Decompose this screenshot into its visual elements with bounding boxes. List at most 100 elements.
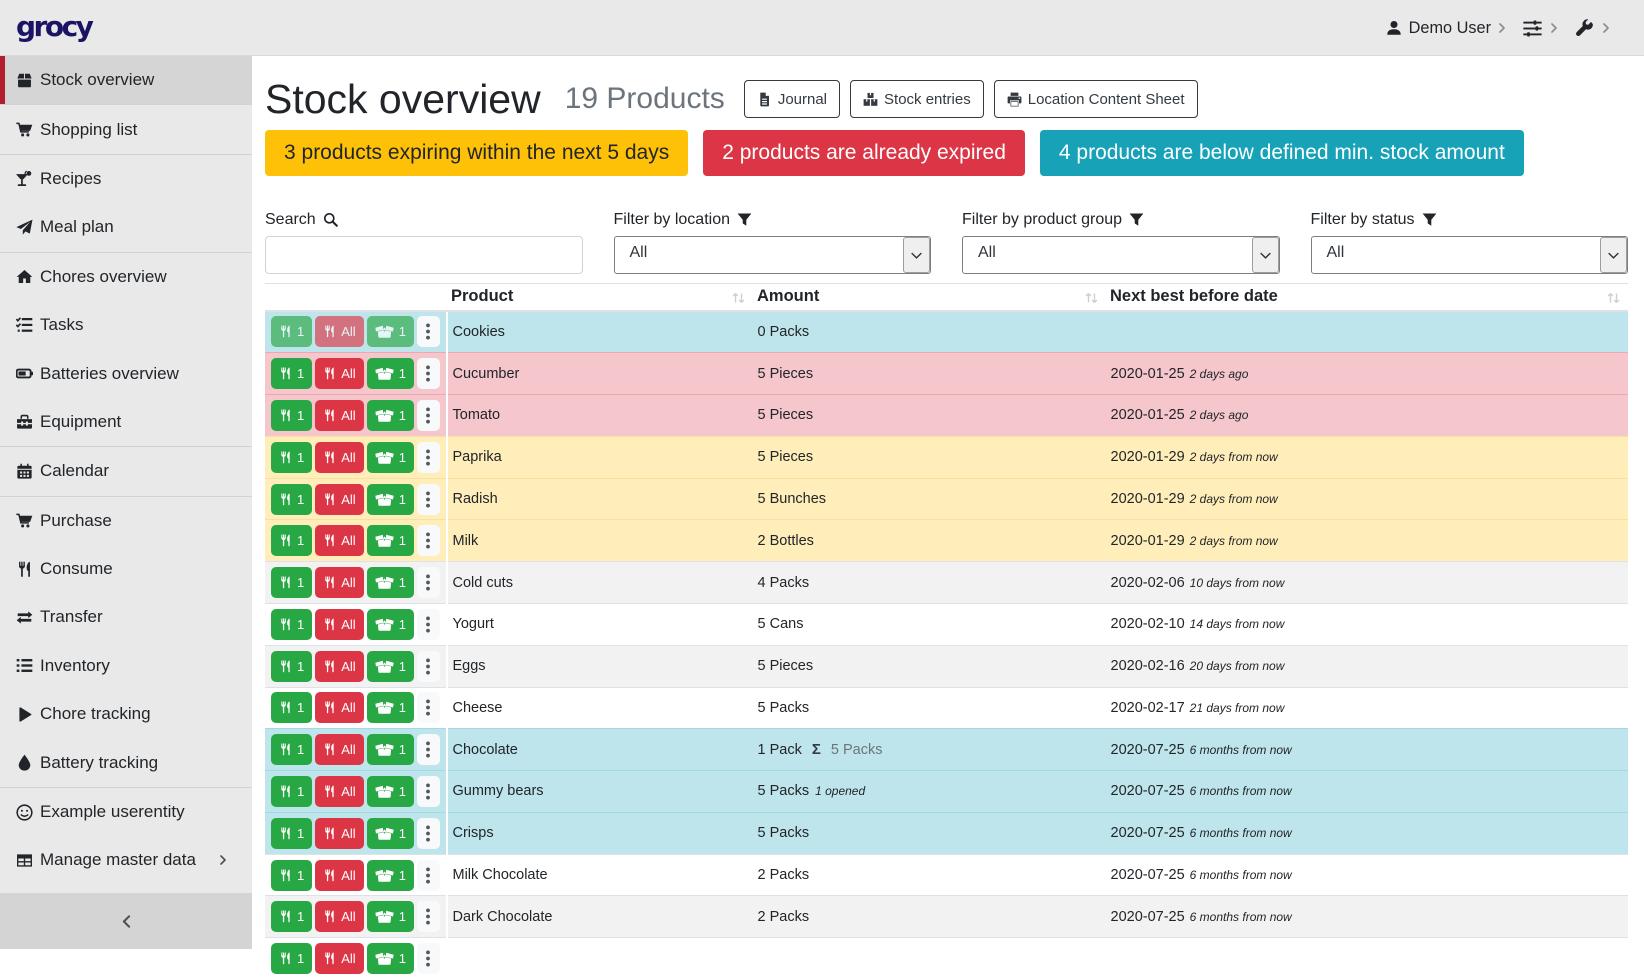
consume-one-button[interactable]: 1 [271, 609, 312, 640]
sidebar-item-battery-tracking[interactable]: Battery tracking [0, 738, 252, 786]
status-banner-2[interactable]: 4 products are below defined min. stock … [1040, 130, 1524, 176]
row-menu-button[interactable] [417, 442, 440, 473]
consume-all-button[interactable]: All [315, 567, 363, 598]
search-input[interactable] [265, 236, 583, 274]
row-menu-button[interactable] [417, 525, 440, 556]
sidebar-item-chore-tracking[interactable]: Chore tracking [0, 690, 252, 738]
consume-one-button[interactable]: 1 [271, 484, 312, 515]
open-one-button[interactable]: 1 [367, 484, 414, 515]
row-menu-button[interactable] [417, 734, 440, 765]
filter-select[interactable]: All [962, 236, 1280, 274]
sidebar-item-example-userentity[interactable]: Example userentity [0, 788, 252, 836]
row-menu-button[interactable] [417, 400, 440, 431]
location-content-sheet-button[interactable]: Location Content Sheet [994, 80, 1198, 118]
row-menu-button[interactable] [417, 901, 440, 932]
row-menu-button[interactable] [417, 651, 440, 682]
sidebar-item-shopping-list[interactable]: Shopping list [0, 105, 252, 153]
status-banner-0[interactable]: 3 products expiring within the next 5 da… [265, 130, 688, 176]
row-menu-button[interactable] [417, 692, 440, 723]
product-column-header[interactable]: Product [447, 284, 753, 311]
open-one-button[interactable]: 1 [367, 442, 414, 473]
amount-column-header[interactable]: Amount [753, 284, 1106, 311]
open-one-button[interactable]: 1 [367, 734, 414, 765]
consume-all-button[interactable]: All [315, 734, 363, 765]
row-menu-button[interactable] [417, 943, 440, 974]
open-one-button[interactable]: 1 [367, 860, 414, 891]
sidebar-item-transfer[interactable]: Transfer [0, 593, 252, 641]
row-menu-button[interactable] [417, 484, 440, 515]
sidebar-item-chores-overview[interactable]: Chores overview [0, 253, 252, 301]
journal-button[interactable]: Journal [744, 80, 840, 118]
consume-one-button[interactable]: 1 [271, 734, 312, 765]
consume-all-button[interactable]: All [315, 525, 363, 556]
sidebar-item-recipes[interactable]: Recipes [0, 155, 252, 203]
grocy-logo[interactable]: grocy [16, 10, 91, 43]
consume-one-button[interactable]: 1 [271, 651, 312, 682]
open-one-button[interactable]: 1 [367, 316, 414, 347]
sidebar-item-stock-overview[interactable]: Stock overview [0, 56, 252, 104]
open-one-button[interactable]: 1 [367, 609, 414, 640]
row-menu-button[interactable] [417, 818, 440, 849]
row-menu-button[interactable] [417, 776, 440, 807]
sidebar-item-batteries-overview[interactable]: Batteries overview [0, 349, 252, 397]
open-one-button[interactable]: 1 [367, 818, 414, 849]
row-menu-button[interactable] [417, 860, 440, 891]
consume-all-button[interactable]: All [315, 484, 363, 515]
filter-select[interactable]: All [614, 236, 932, 274]
sidebar-item-tasks[interactable]: Tasks [0, 301, 252, 349]
open-one-button[interactable]: 1 [367, 776, 414, 807]
consume-all-button[interactable]: All [315, 860, 363, 891]
consume-all-button[interactable]: All [315, 316, 363, 347]
consume-all-button[interactable]: All [315, 692, 363, 723]
date-column-header[interactable]: Next best before date [1106, 284, 1628, 311]
row-menu-button[interactable] [417, 316, 440, 347]
sidebar-item-equipment[interactable]: Equipment [0, 398, 252, 446]
settings-menu[interactable] [1523, 19, 1559, 38]
consume-all-button[interactable]: All [315, 609, 363, 640]
consume-one-button[interactable]: 1 [271, 860, 312, 891]
consume-one-button[interactable]: 1 [271, 776, 312, 807]
sidebar-item-inventory[interactable]: Inventory [0, 642, 252, 690]
consume-one-button[interactable]: 1 [271, 400, 312, 431]
consume-one-button[interactable]: 1 [271, 901, 312, 932]
open-one-button[interactable]: 1 [367, 901, 414, 932]
user-menu[interactable]: Demo User [1386, 19, 1507, 38]
admin-menu[interactable] [1575, 19, 1611, 38]
consume-all-button[interactable]: All [315, 442, 363, 473]
consume-all-button[interactable]: All [315, 651, 363, 682]
sidebar-item-meal-plan[interactable]: Meal plan [0, 203, 252, 251]
row-menu-button[interactable] [417, 567, 440, 598]
product-name: Cookies [447, 311, 753, 353]
open-one-button[interactable]: 1 [367, 567, 414, 598]
open-one-button[interactable]: 1 [367, 525, 414, 556]
stock-entries-button[interactable]: Stock entries [850, 80, 984, 118]
consume-one-button[interactable]: 1 [271, 818, 312, 849]
consume-all-button[interactable]: All [315, 818, 363, 849]
consume-one-button[interactable]: 1 [271, 692, 312, 723]
consume-all-button[interactable]: All [315, 901, 363, 932]
sidebar-collapse-button[interactable] [0, 893, 252, 949]
consume-all-button[interactable]: All [315, 358, 363, 389]
open-one-button[interactable]: 1 [367, 943, 414, 974]
sidebar-item-manage-master-data[interactable]: Manage master data [0, 836, 252, 884]
consume-one-button[interactable]: 1 [271, 943, 312, 974]
open-one-button[interactable]: 1 [367, 692, 414, 723]
status-banner-1[interactable]: 2 products are already expired [703, 130, 1025, 176]
open-one-button[interactable]: 1 [367, 400, 414, 431]
sidebar-item-purchase[interactable]: Purchase [0, 497, 252, 545]
open-one-button[interactable]: 1 [367, 651, 414, 682]
consume-one-button[interactable]: 1 [271, 358, 312, 389]
sidebar-item-consume[interactable]: Consume [0, 545, 252, 593]
row-menu-button[interactable] [417, 358, 440, 389]
open-one-button[interactable]: 1 [367, 358, 414, 389]
consume-all-button[interactable]: All [315, 776, 363, 807]
consume-one-button[interactable]: 1 [271, 567, 312, 598]
consume-all-button[interactable]: All [315, 943, 363, 974]
row-menu-button[interactable] [417, 609, 440, 640]
consume-one-button[interactable]: 1 [271, 316, 312, 347]
consume-one-button[interactable]: 1 [271, 442, 312, 473]
consume-all-button[interactable]: All [315, 400, 363, 431]
filter-select[interactable]: All [1311, 236, 1629, 274]
sidebar-item-calendar[interactable]: Calendar [0, 447, 252, 495]
consume-one-button[interactable]: 1 [271, 525, 312, 556]
